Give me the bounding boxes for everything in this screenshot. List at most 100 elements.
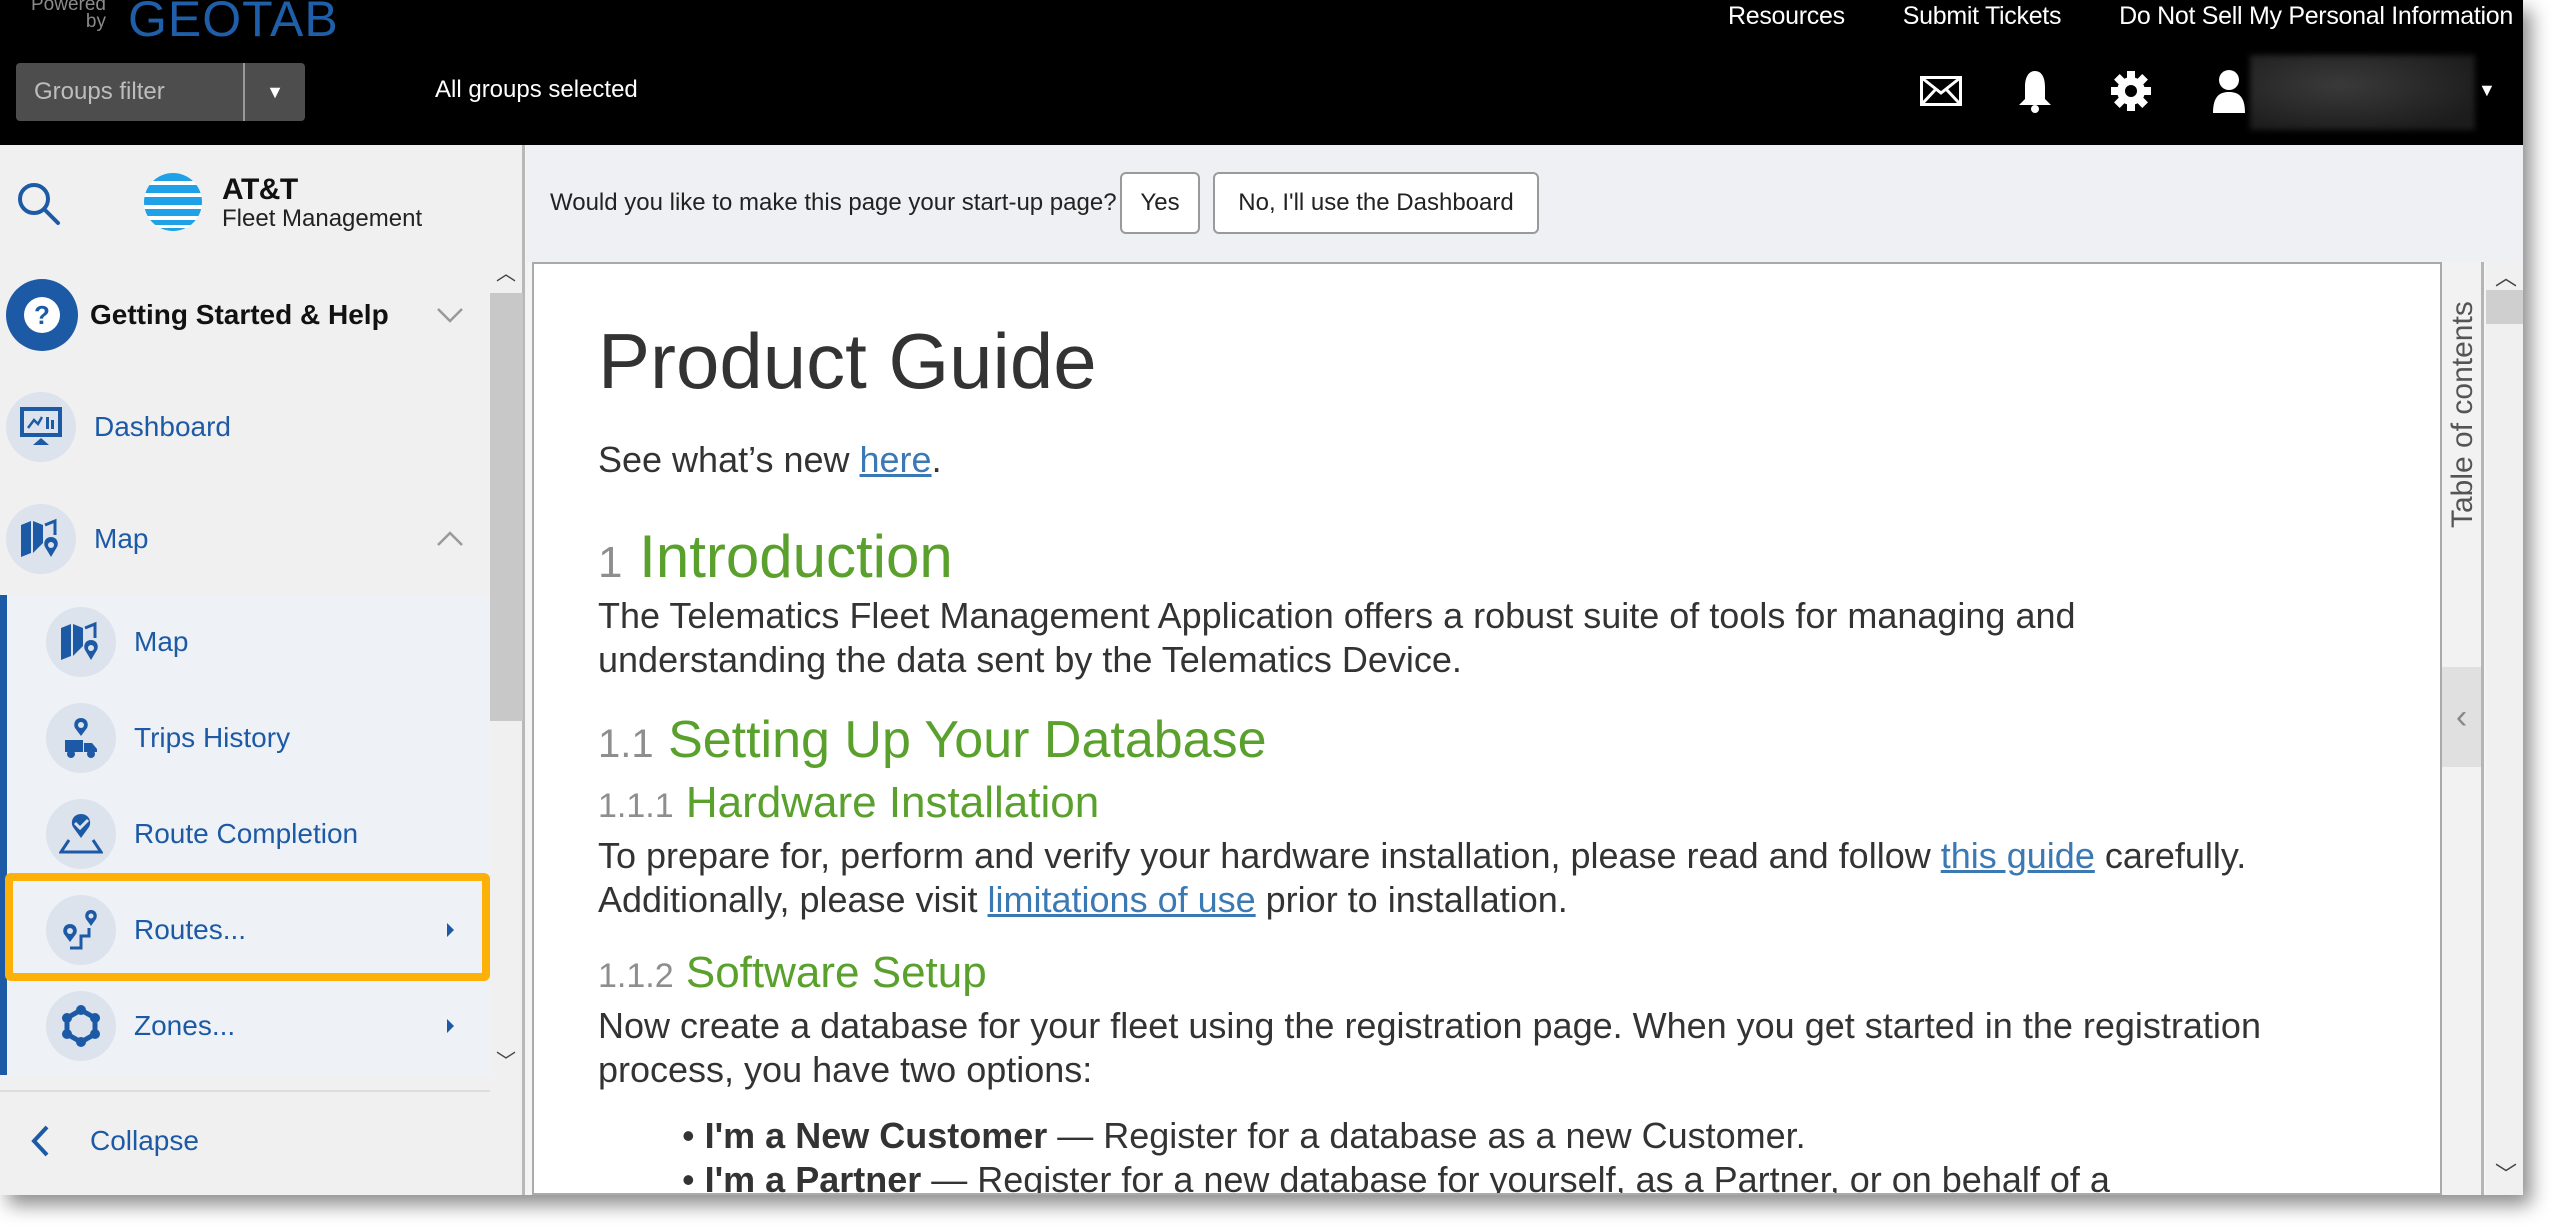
att-globe-logo <box>142 171 204 238</box>
settings-button[interactable] <box>2108 68 2154 114</box>
software-setup-body: Now create a database for your fleet usi… <box>598 1005 2261 1090</box>
whats-new-suffix: . <box>931 439 942 480</box>
sidebar-search-button[interactable] <box>16 181 62 232</box>
sidebar-subitem-zones[interactable]: Zones... <box>0 978 490 1074</box>
sidebar-scrollbar-thumb[interactable] <box>490 293 523 721</box>
product-guide-frame: Product Guide See what’s new here. 1 Int… <box>532 262 2442 1195</box>
sidebar-subitem-label: Trips History <box>134 722 291 753</box>
page-title: Product Guide <box>598 317 1097 405</box>
body-text: prior to installation. <box>1255 879 1568 920</box>
submit-tickets-link[interactable]: Submit Tickets <box>1903 2 2062 31</box>
scroll-up-icon[interactable]: ︿ <box>2495 260 2517 292</box>
section-number: 1.1.2 <box>598 957 674 995</box>
help-icon: ? <box>6 279 78 351</box>
yes-button[interactable]: Yes <box>1120 172 1200 234</box>
groups-filter-input[interactable]: Groups filter <box>16 63 245 121</box>
chevron-left-icon <box>31 1125 49 1157</box>
bullet-text: — Register for a database as a new Custo… <box>1047 1115 1806 1156</box>
whats-new-link[interactable]: here <box>860 439 932 480</box>
bullet-text: — Register for a new database for yourse… <box>921 1159 2110 1195</box>
sidebar-item-map[interactable]: Map <box>0 491 490 587</box>
do-not-sell-link[interactable]: Do Not Sell My Personal Information <box>2119 2 2513 31</box>
content-scrollbar[interactable]: ︿ ﹀ <box>2486 262 2523 1195</box>
map-icon <box>46 607 116 677</box>
sidebar-subitem-label: Map <box>134 626 189 657</box>
gear-icon <box>2111 71 2151 111</box>
sidebar-item-getting-started[interactable]: ? Getting Started & Help <box>0 267 490 363</box>
scroll-down-icon[interactable]: ﹀ <box>2495 1157 2517 1189</box>
section-title: Introduction <box>639 523 953 590</box>
top-header: Powered by GEOTAB Resources Submit Ticke… <box>0 0 2523 145</box>
sidebar: AT&T Fleet Management ︿ ﹀ ? Getting Star… <box>0 145 525 1195</box>
bullet-bold: I'm a Partner <box>704 1159 922 1195</box>
sidebar-item-label: Getting Started & Help <box>90 299 389 330</box>
user-name-redacted[interactable] <box>2250 55 2475 130</box>
sidebar-subitem-trips-history[interactable]: Trips History <box>0 690 490 786</box>
section-number: 1.1 <box>598 722 654 766</box>
user-icon <box>2213 70 2245 113</box>
groups-filter[interactable]: Groups filter ▼ <box>16 63 305 121</box>
brand-name: AT&T <box>222 173 298 206</box>
chevron-down-icon <box>430 307 470 323</box>
whats-new-text: See what’s new <box>598 439 860 480</box>
zones-icon <box>46 991 116 1061</box>
bullet-bold: I'm a New Customer <box>704 1115 1048 1156</box>
body-text: To prepare for, perform and verify your … <box>598 835 1941 876</box>
scroll-up-icon[interactable]: ︿ <box>496 257 516 286</box>
this-guide-link[interactable]: this guide <box>1941 835 2095 876</box>
search-icon <box>18 183 60 225</box>
section-number: 1 <box>598 538 623 587</box>
notifications-button[interactable] <box>2012 68 2058 114</box>
bell-icon <box>2019 71 2051 113</box>
collapse-button[interactable]: Collapse <box>0 1090 490 1190</box>
bullet-item: • I'm a Partner — Register for a new dat… <box>682 1158 2110 1195</box>
route-completion-icon <box>46 799 116 869</box>
brand-subtitle: Fleet Management <box>222 205 423 232</box>
user-menu-caret-icon[interactable]: ▼ <box>2478 80 2496 101</box>
collapse-label: Collapse <box>90 1125 199 1156</box>
section-title: Hardware Installation <box>685 778 1100 827</box>
app-window: Powered by GEOTAB Resources Submit Ticke… <box>0 0 2523 1195</box>
groups-status: All groups selected <box>435 76 638 103</box>
sidebar-item-label: Map <box>94 523 149 554</box>
sidebar-item-dashboard[interactable]: Dashboard <box>0 379 490 475</box>
geotab-logo[interactable]: GEOTAB <box>128 0 339 48</box>
routes-highlight-box <box>5 873 490 981</box>
caret-down-icon: ▼ <box>266 81 284 102</box>
resources-link[interactable]: Resources <box>1728 2 1845 31</box>
sidebar-subitem-label: Route Completion <box>134 818 359 849</box>
content-scrollbar-thumb[interactable] <box>2486 290 2523 324</box>
toc-expand-button[interactable]: ‹ <box>2442 667 2481 767</box>
hardware-installation-body: To prepare for, perform and verify your … <box>598 834 2258 922</box>
table-of-contents-label[interactable]: Table of contents <box>2446 278 2480 528</box>
section-heading-setting-up-database: 1.1 Setting Up Your Database <box>598 710 1267 770</box>
mail-icon <box>1920 76 1962 106</box>
whats-new-line: See what’s new here. <box>598 438 942 482</box>
sidebar-subitem-route-completion[interactable]: Route Completion <box>0 786 490 882</box>
sidebar-subitem-map[interactable]: Map <box>0 594 490 690</box>
bullet-item: • I'm a New Customer — Register for a da… <box>682 1115 1806 1156</box>
startup-page-prompt: Would you like to make this page your st… <box>526 145 2523 262</box>
chevron-left-icon: ‹ <box>2455 697 2468 736</box>
chevron-up-icon <box>430 531 470 547</box>
powered-by-label: Powered by <box>31 0 106 32</box>
trips-history-icon <box>46 703 116 773</box>
scroll-down-icon[interactable]: ﹀ <box>496 1045 516 1074</box>
section-heading-hardware-installation: 1.1.1 Hardware Installation <box>598 778 1099 828</box>
mail-button[interactable] <box>1918 68 1964 114</box>
use-dashboard-button[interactable]: No, I'll use the Dashboard <box>1213 172 1539 234</box>
sidebar-item-label: Dashboard <box>94 411 231 442</box>
section-number: 1.1.1 <box>598 787 674 825</box>
section-title: Setting Up Your Database <box>668 711 1267 769</box>
startup-prompt-question: Would you like to make this page your st… <box>550 189 1117 216</box>
introduction-body: The Telematics Fleet Management Applicat… <box>598 595 2076 680</box>
user-menu-button[interactable] <box>2206 68 2252 114</box>
limitations-of-use-link[interactable]: limitations of use <box>988 879 1256 920</box>
dashboard-icon <box>6 392 76 462</box>
top-links: Resources Submit Tickets Do Not Sell My … <box>1728 2 2513 31</box>
table-of-contents-panel[interactable]: Table of contents ‹ <box>2442 262 2484 1195</box>
map-icon <box>6 504 76 574</box>
section-heading-introduction: 1 Introduction <box>598 522 953 591</box>
section-title: Software Setup <box>685 948 987 997</box>
groups-filter-dropdown-button[interactable]: ▼ <box>245 63 305 121</box>
